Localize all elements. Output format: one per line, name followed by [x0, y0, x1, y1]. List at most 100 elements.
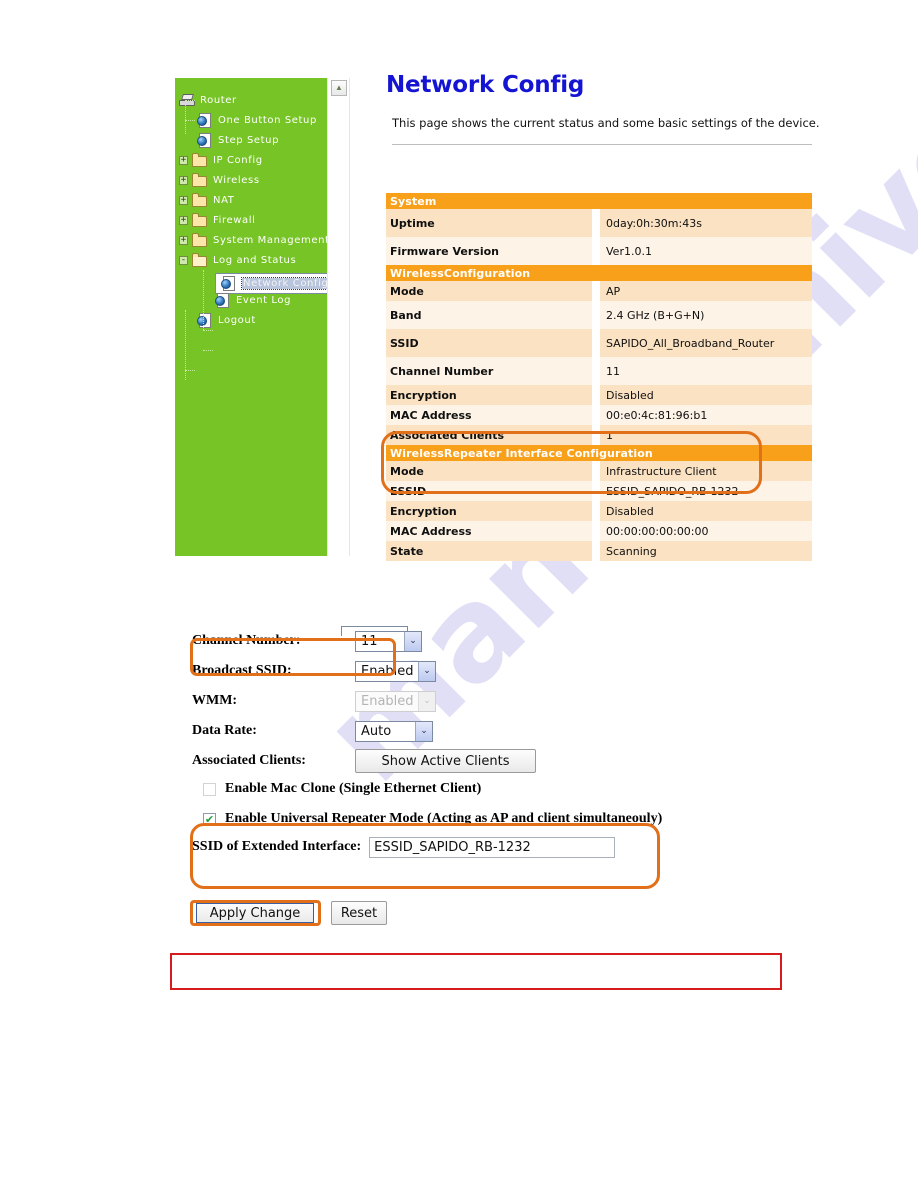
status-row-value: 00:00:00:00:00:00: [600, 521, 812, 541]
status-row-gap: [592, 521, 600, 541]
expand-icon[interactable]: +: [179, 195, 188, 205]
status-row-value: 00:e0:4c:81:96:b1: [600, 405, 812, 425]
sidebar-item-one-button-setup[interactable]: One Button Setup: [197, 110, 317, 130]
folder-open-icon: [192, 252, 208, 268]
associated-clients-label: Associated Clients:: [192, 753, 306, 768]
associated-clients-row: Associated Clients: Show Active Clients: [192, 746, 752, 776]
router-admin-panel: Router One Button Setup Step Setup + IP Conf…: [175, 78, 350, 556]
sidebar-item-step-setup[interactable]: Step Setup: [197, 130, 279, 150]
status-row-key: Associated Clients: [386, 425, 592, 445]
channel-number-row: Channel Number: 11 ⌄: [192, 626, 752, 656]
status-row-key: Encryption: [386, 501, 592, 521]
status-row-gap: [592, 405, 600, 425]
status-row-value: 2.4 GHz (B+G+N): [600, 301, 812, 329]
status-row: Mode Infrastructure Client: [386, 461, 812, 481]
expand-icon[interactable]: +: [179, 155, 188, 165]
folder-icon: [192, 192, 208, 208]
ssid-extended-interface-label: SSID of Extended Interface:: [192, 839, 362, 854]
status-row: Firmware Version Ver1.0.1: [386, 237, 812, 265]
universal-repeater-label: Enable Universal Repeater Mode (Acting a…: [225, 811, 663, 826]
chevron-down-icon[interactable]: ⌄: [418, 661, 435, 681]
wmm-label: WMM:: [192, 693, 238, 708]
status-row-value: Disabled: [600, 501, 812, 521]
status-row-gap: [592, 481, 600, 501]
mac-clone-row: Enable Mac Clone (Single Ethernet Client…: [192, 776, 752, 802]
wmm-value: Enabled: [361, 693, 414, 709]
status-row: Associated Clients 1: [386, 425, 812, 445]
sidebar-item-firewall[interactable]: + Firewall: [179, 210, 256, 230]
status-row-key: Firmware Version: [386, 237, 592, 265]
note-box: [170, 953, 782, 990]
status-row-value: 11: [600, 357, 812, 385]
mac-clone-checkbox[interactable]: [203, 782, 216, 796]
folder-icon: [192, 232, 208, 248]
apply-change-button[interactable]: Apply Change: [196, 903, 314, 923]
status-row-key: SSID: [386, 329, 592, 357]
sidebar-item-ip-config[interactable]: + IP Config: [179, 150, 263, 170]
navigation-tree: Router One Button Setup Step Setup + IP Conf…: [175, 78, 327, 556]
status-row-key: Uptime: [386, 209, 592, 237]
sidebar-item-label: One Button Setup: [218, 114, 317, 126]
page-globe-icon: [215, 292, 231, 308]
ssid-extended-interface-input[interactable]: ESSID_SAPIDO_RB-1232: [369, 836, 616, 858]
status-row-gap: [592, 501, 600, 521]
status-row-value: Infrastructure Client: [600, 461, 812, 481]
tree-connector-line: [185, 370, 195, 371]
status-row: Encryption Disabled: [386, 501, 812, 521]
universal-repeater-row: ✔ Enable Universal Repeater Mode (Acting…: [192, 806, 752, 832]
content-header: Network Config This page shows the curre…: [386, 72, 826, 167]
status-row-gap: [592, 425, 600, 445]
data-rate-select[interactable]: Auto ⌄: [355, 720, 433, 742]
page-globe-icon: [197, 132, 213, 148]
folder-icon: [192, 172, 208, 188]
status-row-key: State: [386, 541, 592, 561]
status-row: Encryption Disabled: [386, 385, 812, 405]
status-row-gap: [592, 357, 600, 385]
status-row-key: Mode: [386, 281, 592, 301]
status-row-value: SAPIDO_All_Broadband_Router: [600, 329, 812, 357]
status-row-value: 1: [600, 425, 812, 445]
tree-connector-line: [185, 120, 195, 121]
broadcast-ssid-select[interactable]: Enabled ⌄: [355, 660, 436, 682]
tree-connector-line: [203, 350, 213, 351]
sidebar-item-label: Firewall: [213, 214, 256, 226]
sidebar-item-log-and-status[interactable]: - Log and Status: [179, 250, 296, 270]
show-active-clients-button[interactable]: Show Active Clients: [355, 749, 536, 773]
universal-repeater-checkbox[interactable]: ✔: [203, 812, 216, 826]
sidebar-item-wireless[interactable]: + Wireless: [179, 170, 260, 190]
expand-icon[interactable]: +: [179, 175, 188, 185]
status-table: System Uptime 0day:0h:30m:43s Firmware Vers…: [386, 193, 812, 561]
folder-icon: [192, 152, 208, 168]
status-row-gap: [592, 301, 600, 329]
sidebar-item-event-log[interactable]: Event Log: [215, 290, 291, 310]
collapse-icon[interactable]: -: [179, 255, 188, 265]
expand-icon[interactable]: +: [179, 215, 188, 225]
sidebar-item-label: System Management: [213, 234, 327, 246]
data-rate-row: Data Rate: Auto ⌄: [192, 716, 752, 746]
ssid-extended-interface-row: SSID of Extended Interface: ESSID_SAPIDO…: [192, 832, 752, 862]
header-divider: [392, 144, 812, 145]
chevron-down-icon[interactable]: ⌄: [415, 721, 432, 741]
status-row-gap: [592, 461, 600, 481]
sidebar-item-nat[interactable]: + NAT: [179, 190, 234, 210]
broadcast-ssid-value: Enabled: [361, 663, 414, 679]
scroll-up-arrow-icon[interactable]: ▲: [331, 80, 347, 96]
reset-button[interactable]: Reset: [331, 901, 387, 925]
data-rate-value: Auto: [361, 723, 392, 739]
status-section-heading: WirelessConfiguration: [386, 265, 812, 281]
sidebar-item-system-management[interactable]: + System Management: [179, 230, 327, 250]
status-row: State Scanning: [386, 541, 812, 561]
status-row: Band 2.4 GHz (B+G+N): [386, 301, 812, 329]
status-row-value: AP: [600, 281, 812, 301]
watermark-layer: manualshive.com: [0, 0, 918, 1188]
status-row-gap: [592, 281, 600, 301]
page-globe-icon: [197, 112, 213, 128]
sidebar-item-logout[interactable]: Logout: [197, 310, 256, 330]
navigation-tree-scrollbar[interactable]: ▲: [327, 78, 350, 556]
chevron-down-icon: ⌄: [418, 691, 435, 711]
chevron-down-icon[interactable]: ⌄: [404, 631, 421, 651]
folder-icon: [192, 212, 208, 228]
expand-icon[interactable]: +: [179, 235, 188, 245]
status-row-value: Disabled: [600, 385, 812, 405]
channel-number-select[interactable]: 11 ⌄: [355, 630, 422, 652]
